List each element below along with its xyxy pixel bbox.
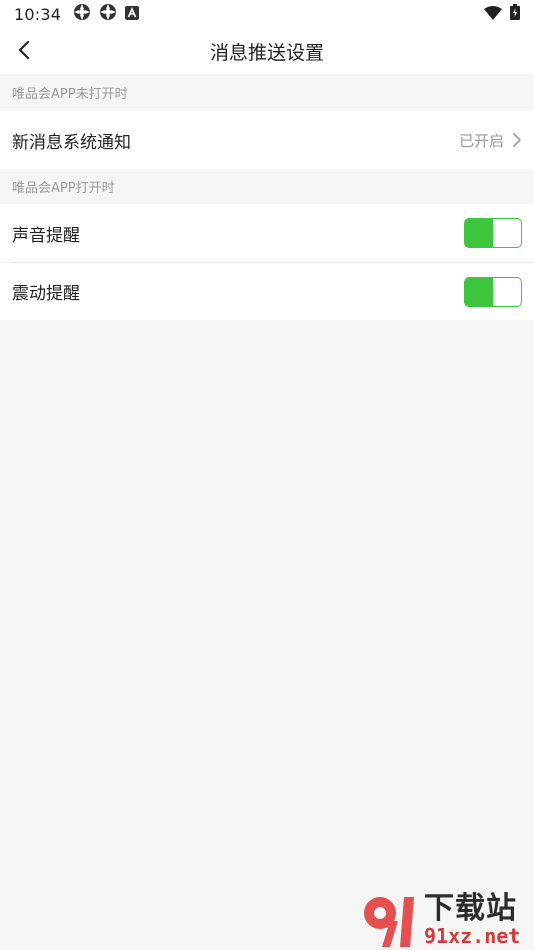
toggle-fill — [465, 277, 493, 306]
wifi-icon — [484, 5, 502, 24]
watermark-title: 下载站 — [424, 891, 517, 926]
sound-alert-toggle[interactable] — [464, 218, 522, 248]
android-notification-icon — [125, 5, 140, 24]
top-app-bar: 消息推送设置 — [0, 28, 534, 74]
watermark-url: 91xz.net — [424, 924, 521, 948]
chevron-right-icon — [513, 133, 521, 147]
watermark-logo-icon — [364, 897, 414, 947]
back-button[interactable] — [10, 36, 38, 64]
app-icon — [99, 3, 117, 25]
watermark-text: 下载站 91xz.net — [424, 891, 521, 948]
battery-icon — [510, 4, 520, 24]
section-header-label: 唯品会APP未打开时 — [12, 87, 128, 102]
section-header-label: 唯品会APP打开时 — [12, 181, 115, 196]
toggle-fill — [465, 219, 493, 247]
vibration-alert-label: 震动提醒 — [12, 284, 80, 304]
new-message-notification-label: 新消息系统通知 — [12, 132, 131, 153]
status-bar: 10:34 — [0, 0, 534, 28]
page-title: 消息推送设置 — [209, 41, 324, 64]
sound-alert-label: 声音提醒 — [12, 225, 80, 246]
chevron-left-icon — [18, 40, 30, 60]
new-message-notification-row[interactable]: 新消息系统通知 已开启 — [0, 111, 534, 169]
status-icons-left — [73, 3, 140, 25]
app-icon — [73, 3, 91, 25]
watermark: 下载站 91xz.net — [360, 890, 532, 950]
section-header-app-closed: 唯品会APP未打开时 — [0, 74, 534, 111]
notification-status-text: 已开启 — [458, 131, 504, 150]
section-header-app-open: 唯品会APP打开时 — [0, 169, 534, 204]
notification-status: 已开启 — [459, 130, 522, 151]
status-time: 10:34 — [14, 4, 62, 24]
vibration-alert-row: 震动提醒 — [0, 263, 534, 320]
status-icons-right — [484, 4, 520, 24]
vibration-alert-toggle[interactable] — [464, 276, 522, 307]
sound-alert-row: 声音提醒 — [0, 204, 534, 262]
